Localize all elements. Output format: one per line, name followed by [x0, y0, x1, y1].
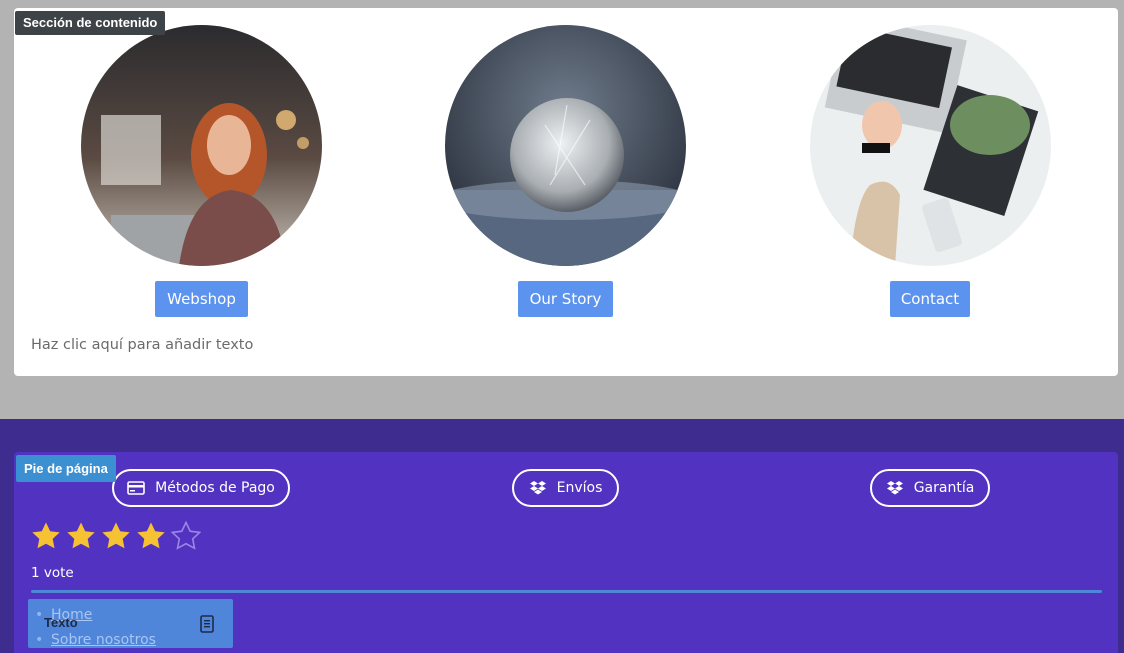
warranty-button[interactable]: Garantía — [870, 469, 990, 507]
nav-item-about[interactable]: Sobre nosotros — [35, 628, 156, 653]
content-section-tag[interactable]: Sección de contenido — [15, 11, 166, 35]
desk-laptop-phone-photo — [810, 25, 1051, 266]
contact-button[interactable]: Contact — [890, 281, 970, 317]
text-widget-label: Texto — [44, 615, 78, 630]
shipping-label: Envíos — [556, 480, 603, 496]
star-empty-icon[interactable] — [171, 521, 201, 551]
webshop-button[interactable]: Webshop — [155, 281, 248, 317]
frozen-bubble-photo — [445, 25, 686, 266]
shipping-button[interactable]: Envíos — [512, 469, 619, 507]
woman-laptop-cafe-photo — [81, 25, 322, 266]
warranty-label: Garantía — [913, 480, 975, 496]
star-filled-icon[interactable] — [101, 521, 131, 551]
dropbox-icon — [529, 481, 546, 495]
our-story-image — [445, 25, 686, 266]
credit-card-icon — [127, 481, 145, 495]
divider — [31, 590, 1102, 593]
payment-methods-button[interactable]: Métodos de Pago — [112, 469, 290, 507]
star-filled-icon[interactable] — [31, 521, 61, 551]
footer-tag[interactable]: Pie de página — [16, 455, 116, 482]
star-rating[interactable] — [31, 521, 201, 551]
add-text-placeholder[interactable]: Haz clic aquí para añadir texto — [31, 337, 253, 353]
contact-image — [810, 25, 1051, 266]
vote-count: 1 vote — [31, 565, 74, 581]
our-story-button[interactable]: Our Story — [518, 281, 613, 317]
payment-methods-label: Métodos de Pago — [155, 480, 275, 496]
document-icon[interactable] — [199, 614, 215, 634]
star-filled-icon[interactable] — [66, 521, 96, 551]
nav-link-about[interactable]: Sobre nosotros — [51, 632, 156, 648]
dropbox-icon — [886, 481, 903, 495]
webshop-image — [81, 25, 322, 266]
star-filled-icon[interactable] — [136, 521, 166, 551]
